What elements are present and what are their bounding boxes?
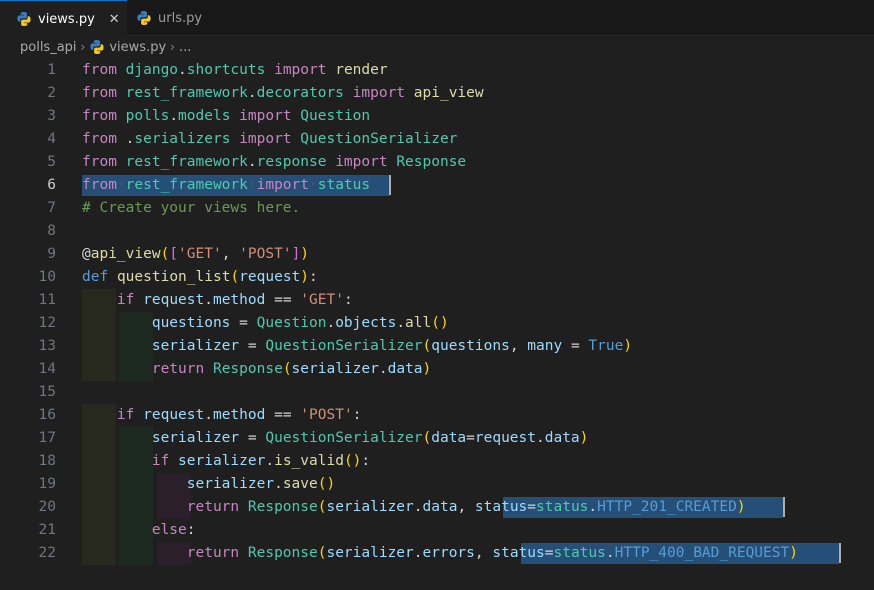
tab-label: urls.py bbox=[158, 10, 203, 26]
line-number: 3 bbox=[47, 108, 56, 124]
chevron-right-icon: › bbox=[80, 40, 86, 54]
line-number: 19 bbox=[38, 476, 56, 492]
line-number: 10 bbox=[38, 269, 56, 285]
text-cursor bbox=[839, 543, 841, 563]
code-line[interactable]: if request.method == 'POST': bbox=[82, 404, 362, 427]
line-number: 16 bbox=[38, 407, 56, 423]
line-number: 1 bbox=[47, 62, 56, 78]
code-line[interactable]: @api_view(['GET', 'POST']) bbox=[82, 243, 309, 266]
code-line[interactable]: def question_list(request): bbox=[82, 266, 318, 289]
code-line[interactable]: else: bbox=[82, 519, 196, 542]
line-number: 2 bbox=[47, 85, 56, 101]
line-number: 22 bbox=[38, 545, 56, 561]
code-line[interactable]: from·rest_framework·import·status bbox=[82, 174, 370, 197]
line-number: 6 bbox=[47, 177, 56, 193]
breadcrumb-file[interactable]: views.py bbox=[109, 40, 166, 55]
code-line[interactable]: return Response(serializer.data) bbox=[82, 358, 431, 381]
code-line[interactable]: from polls.models import Question bbox=[82, 105, 370, 128]
line-number: 18 bbox=[38, 453, 56, 469]
code-line[interactable]: from .serializers import QuestionSeriali… bbox=[82, 128, 457, 151]
line-number: 17 bbox=[38, 430, 56, 446]
code-line[interactable]: if serializer.is_valid(): bbox=[82, 450, 370, 473]
line-number: 5 bbox=[47, 154, 56, 170]
code-line[interactable]: # Create your views here. bbox=[82, 197, 300, 220]
tab-views-py[interactable]: views.py ✕ bbox=[0, 0, 127, 37]
code-line[interactable]: return Response(serializer.errors, statu… bbox=[82, 542, 798, 565]
breadcrumb-folder[interactable]: polls_api bbox=[20, 40, 77, 55]
python-file-icon bbox=[17, 12, 31, 26]
tab-bar: views.py ✕ urls.py bbox=[0, 0, 874, 37]
line-number: 14 bbox=[38, 361, 56, 377]
code-line[interactable]: serializer = QuestionSerializer(data=req… bbox=[82, 427, 589, 450]
code-line[interactable]: serializer = QuestionSerializer(question… bbox=[82, 335, 632, 358]
line-number: 11 bbox=[38, 292, 56, 308]
close-icon[interactable]: ✕ bbox=[109, 12, 120, 27]
line-number: 15 bbox=[38, 384, 56, 400]
tab-label: views.py bbox=[38, 11, 95, 27]
code-line[interactable]: from rest_framework.response import Resp… bbox=[82, 151, 466, 174]
python-file-icon bbox=[137, 11, 151, 25]
code-line[interactable]: from django.shortcuts import render bbox=[82, 59, 388, 82]
code-editor[interactable]: 1 2 3 4 5 6 7 8 9 10 11 12 13 14 15 16 17 18 19 20 21 22 from… bbox=[0, 58, 874, 590]
line-number: 4 bbox=[47, 131, 56, 147]
breadcrumb: polls_api › views.py › ... bbox=[0, 36, 874, 58]
python-file-icon bbox=[90, 40, 104, 54]
line-number: 20 bbox=[38, 499, 56, 515]
breadcrumb-symbols[interactable]: ... bbox=[179, 40, 191, 55]
tab-urls-py[interactable]: urls.py bbox=[128, 0, 248, 36]
text-cursor bbox=[783, 497, 785, 517]
chevron-right-icon: › bbox=[170, 40, 175, 54]
text-cursor bbox=[389, 175, 391, 195]
line-number: 13 bbox=[38, 338, 56, 354]
code-line[interactable]: from rest_framework.decorators import ap… bbox=[82, 82, 484, 105]
code-line[interactable]: return Response(serializer.data, status=… bbox=[82, 496, 746, 519]
code-line[interactable]: serializer.save() bbox=[82, 473, 335, 496]
code-line[interactable]: if request.method == 'GET': bbox=[82, 289, 353, 312]
line-number: 9 bbox=[47, 246, 56, 262]
line-number: 8 bbox=[47, 223, 56, 239]
line-number: 21 bbox=[38, 522, 56, 538]
line-number: 7 bbox=[47, 200, 56, 216]
line-number: 12 bbox=[38, 315, 56, 331]
code-line[interactable]: questions = Question.objects.all() bbox=[82, 312, 449, 335]
